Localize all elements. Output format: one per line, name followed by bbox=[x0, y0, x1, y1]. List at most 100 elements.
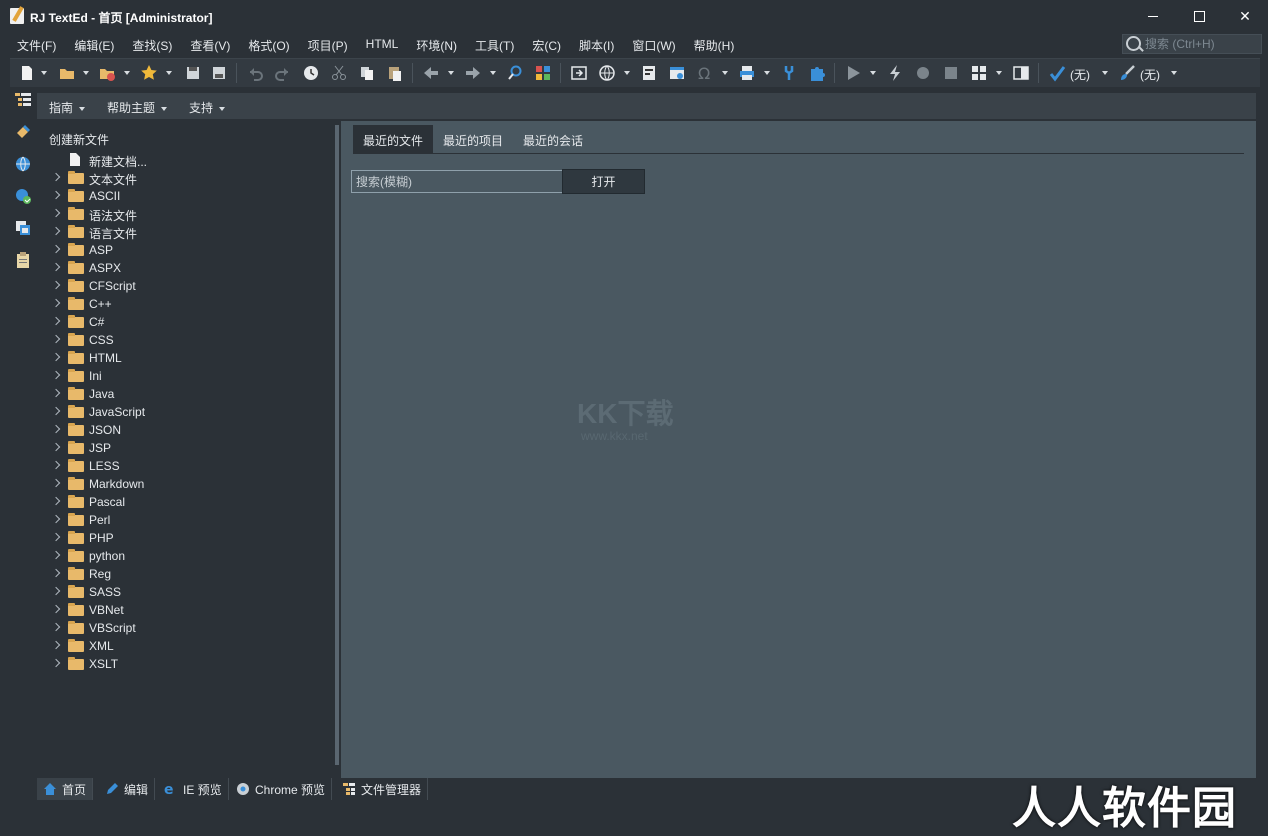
tree-folder[interactable]: XML bbox=[37, 637, 334, 655]
chevron-right-icon[interactable] bbox=[51, 586, 61, 596]
tab-chrome-preview[interactable]: Chrome 预览 bbox=[230, 778, 333, 800]
tree-folder[interactable]: Perl bbox=[37, 511, 334, 529]
recent-dropdown-icon[interactable] bbox=[124, 71, 130, 75]
menu-project[interactable]: 项目(P) bbox=[299, 34, 357, 56]
recent-files-icon[interactable] bbox=[98, 64, 116, 82]
chevron-right-icon[interactable] bbox=[51, 244, 61, 254]
forward-arrow-icon[interactable] bbox=[464, 64, 482, 82]
browser-globe-icon[interactable] bbox=[598, 64, 616, 82]
menu-edit[interactable]: 编辑(E) bbox=[65, 34, 123, 56]
chevron-right-icon[interactable] bbox=[51, 280, 61, 290]
chevron-right-icon[interactable] bbox=[51, 496, 61, 506]
paste-icon[interactable] bbox=[386, 64, 404, 82]
tree-folder[interactable]: ASP bbox=[37, 241, 334, 259]
highlighter-icon[interactable] bbox=[1048, 64, 1066, 82]
new-file-icon[interactable] bbox=[18, 64, 36, 82]
clip-tags-icon[interactable] bbox=[14, 123, 32, 141]
save-icon[interactable] bbox=[184, 64, 202, 82]
menu-script[interactable]: 脚本(I) bbox=[570, 34, 623, 56]
tools-wrench-icon[interactable] bbox=[780, 64, 798, 82]
favorites-star-icon[interactable] bbox=[140, 64, 158, 82]
chevron-right-icon[interactable] bbox=[51, 172, 61, 182]
cut-icon[interactable] bbox=[330, 64, 348, 82]
tab-recent-files[interactable]: 最近的文件 bbox=[353, 125, 434, 153]
color-picker-icon[interactable] bbox=[534, 64, 552, 82]
chevron-right-icon[interactable] bbox=[51, 568, 61, 578]
tree-folder[interactable]: C++ bbox=[37, 295, 334, 313]
undo-icon[interactable] bbox=[246, 64, 264, 82]
clipboard-icon[interactable] bbox=[14, 251, 32, 269]
back-arrow-icon[interactable] bbox=[422, 64, 440, 82]
menu-view[interactable]: 查看(V) bbox=[181, 34, 239, 56]
menu-format[interactable]: 格式(O) bbox=[239, 34, 298, 56]
new-file-dropdown-icon[interactable] bbox=[41, 71, 47, 75]
menu-window[interactable]: 窗口(W) bbox=[623, 34, 684, 56]
clip-window-icon[interactable] bbox=[668, 64, 686, 82]
chevron-right-icon[interactable] bbox=[51, 406, 61, 416]
chevron-right-icon[interactable] bbox=[51, 334, 61, 344]
print-dropdown-icon[interactable] bbox=[764, 71, 770, 75]
chevron-right-icon[interactable] bbox=[51, 226, 61, 236]
document-structure-icon[interactable] bbox=[14, 91, 32, 109]
support-dropdown[interactable]: 支持 bbox=[189, 99, 226, 116]
char-dropdown-icon[interactable] bbox=[722, 71, 728, 75]
chevron-right-icon[interactable] bbox=[51, 478, 61, 488]
chevron-right-icon[interactable] bbox=[51, 262, 61, 272]
chevron-right-icon[interactable] bbox=[51, 352, 61, 362]
layout-grid-icon[interactable] bbox=[970, 64, 988, 82]
tab-home[interactable]: 首页 bbox=[37, 778, 94, 800]
history-icon[interactable] bbox=[302, 64, 320, 82]
chevron-right-icon[interactable] bbox=[51, 460, 61, 470]
back-dropdown-icon[interactable] bbox=[448, 71, 454, 75]
play-dropdown-icon[interactable] bbox=[870, 71, 876, 75]
preview-window-icon[interactable] bbox=[570, 64, 588, 82]
tab-recent-sessions[interactable]: 最近的会话 bbox=[513, 125, 593, 153]
open-folder-icon[interactable] bbox=[58, 64, 76, 82]
tree-folder[interactable]: Java bbox=[37, 385, 334, 403]
print-icon[interactable] bbox=[738, 64, 756, 82]
brush-icon[interactable] bbox=[1118, 64, 1136, 82]
panel-splitter[interactable] bbox=[335, 125, 339, 765]
tree-folder[interactable]: Ini bbox=[37, 367, 334, 385]
open-button[interactable]: 打开 bbox=[562, 169, 645, 194]
tree-folder[interactable]: ASPX bbox=[37, 259, 334, 277]
chevron-right-icon[interactable] bbox=[51, 604, 61, 614]
guide-dropdown[interactable]: 指南 bbox=[49, 99, 86, 116]
chevron-right-icon[interactable] bbox=[51, 388, 61, 398]
chevron-right-icon[interactable] bbox=[51, 298, 61, 308]
tab-recent-projects[interactable]: 最近的项目 bbox=[433, 125, 513, 153]
chevron-right-icon[interactable] bbox=[51, 316, 61, 326]
tree-folder[interactable]: Markdown bbox=[37, 475, 334, 493]
plugin-puzzle-icon[interactable] bbox=[808, 64, 826, 82]
record-macro-icon[interactable] bbox=[914, 64, 932, 82]
help-topics-dropdown[interactable]: 帮助主题 bbox=[107, 99, 168, 116]
minimize-button[interactable] bbox=[1130, 0, 1176, 32]
forward-dropdown-icon[interactable] bbox=[490, 71, 496, 75]
highlighter-dropdown-icon[interactable] bbox=[1102, 71, 1108, 75]
menu-file[interactable]: 文件(F) bbox=[8, 34, 65, 56]
snippet-icon[interactable] bbox=[640, 64, 658, 82]
chevron-right-icon[interactable] bbox=[51, 640, 61, 650]
tree-folder[interactable]: LESS bbox=[37, 457, 334, 475]
tree-folder[interactable]: Reg bbox=[37, 565, 334, 583]
global-search[interactable] bbox=[1122, 34, 1262, 54]
tree-folder[interactable]: XSLT bbox=[37, 655, 334, 673]
tree-folder[interactable]: CSS bbox=[37, 331, 334, 349]
chevron-right-icon[interactable] bbox=[51, 658, 61, 668]
stop-macro-icon[interactable] bbox=[942, 64, 960, 82]
tree-folder[interactable]: CFScript bbox=[37, 277, 334, 295]
chevron-right-icon[interactable] bbox=[51, 550, 61, 560]
tree-folder[interactable]: ASCII bbox=[37, 187, 334, 205]
tree-folder[interactable]: PHP bbox=[37, 529, 334, 547]
chevron-right-icon[interactable] bbox=[51, 442, 61, 452]
chevron-right-icon[interactable] bbox=[51, 190, 61, 200]
tree-folder[interactable]: Pascal bbox=[37, 493, 334, 511]
brush-dropdown-icon[interactable] bbox=[1171, 71, 1177, 75]
browser-dropdown-icon[interactable] bbox=[624, 71, 630, 75]
highlighter-value[interactable]: (无) bbox=[1070, 66, 1090, 83]
tree-item-new-document[interactable]: 新建文档... bbox=[37, 151, 334, 169]
redo-icon[interactable] bbox=[274, 64, 292, 82]
tab-ie-preview[interactable]: e IE 预览 bbox=[158, 778, 229, 800]
tab-edit[interactable]: 编辑 bbox=[99, 778, 156, 800]
special-char-omega-icon[interactable]: Ω bbox=[696, 64, 714, 82]
